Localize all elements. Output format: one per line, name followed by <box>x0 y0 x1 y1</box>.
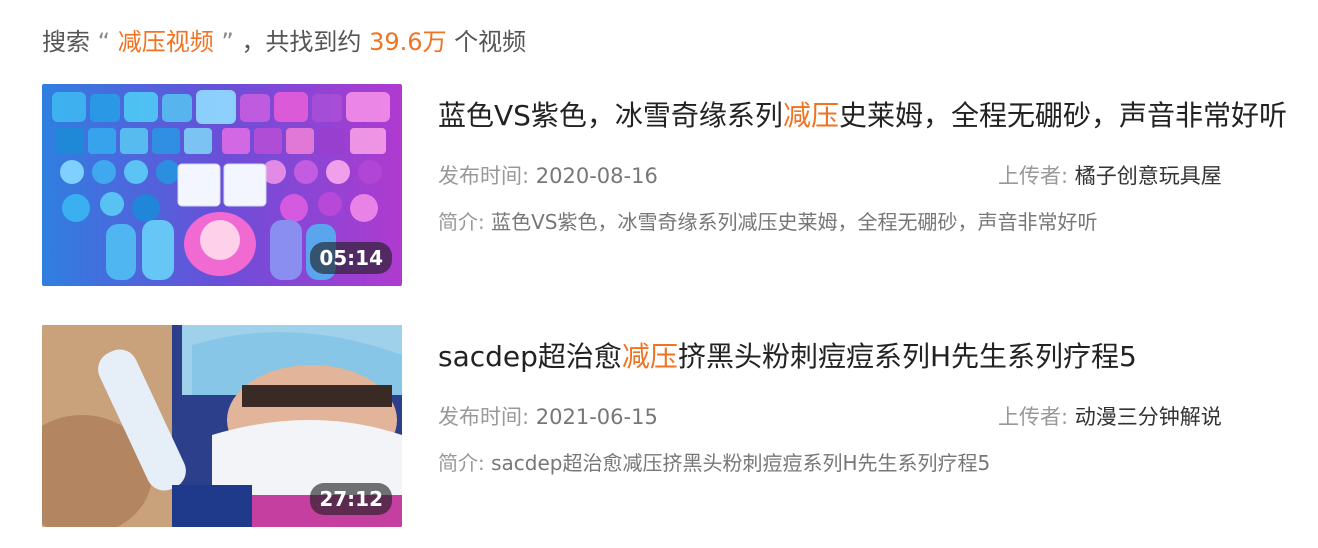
video-duration-badge: 05:14 <box>310 242 392 274</box>
title-text-rest: 史莱姆，全程无硼砂，声音非常好听 <box>838 99 1287 132</box>
summary-prefix: 搜索 <box>42 28 90 56</box>
uploader-name-link[interactable]: 橘子创意玩具屋 <box>1075 164 1222 188</box>
video-thumbnail[interactable]: 27:12 <box>42 325 402 527</box>
uploader-label: 上传者: <box>998 164 1069 188</box>
publish-date-label: 发布时间: <box>438 405 530 429</box>
uploader-label: 上传者: <box>998 405 1069 429</box>
publish-date-value: 2020-08-16 <box>535 164 658 188</box>
video-title-link[interactable]: 蓝色VS紫色，冰雪奇缘系列减压史莱姆，全程无硼砂，声音非常好听 <box>438 94 1302 134</box>
video-title-link[interactable]: sacdep超治愈减压挤黑头粉刺痘痘系列H先生系列疗程5 <box>438 335 1302 375</box>
summary-suffix: 个视频 <box>454 28 527 56</box>
video-result[interactable]: 27:12 sacdep超治愈减压挤黑头粉刺痘痘系列H先生系列疗程5 发布时间:… <box>42 325 1302 527</box>
uploader: 上传者: 橘子创意玩具屋 <box>998 160 1222 190</box>
publish-date-label: 发布时间: <box>438 164 530 188</box>
description-label: 简介: <box>438 210 485 234</box>
title-highlight: 减压 <box>621 340 678 373</box>
summary-middle: ，共找到约 <box>241 28 362 56</box>
title-text-rest: 挤黑头粉刺痘痘系列H先生系列疗程5 <box>677 340 1137 373</box>
description-text: 蓝色VS紫色，冰雪奇缘系列减压史莱姆，全程无硼砂，声音非常好听 <box>491 210 1098 234</box>
video-description: 简介: 蓝色VS紫色，冰雪奇缘系列减压史莱姆，全程无硼砂，声音非常好听 <box>438 206 1098 235</box>
video-result[interactable]: 05:14 蓝色VS紫色，冰雪奇缘系列减压史莱姆，全程无硼砂，声音非常好听 发布… <box>42 84 1302 286</box>
publish-date: 发布时间: 2021-06-15 <box>438 401 658 431</box>
video-description: 简介: sacdep超治愈减压挤黑头粉刺痘痘系列H先生系列疗程5 <box>438 447 990 476</box>
description-label: 简介: <box>438 451 485 475</box>
uploader: 上传者: 动漫三分钟解说 <box>998 401 1222 431</box>
title-text: 蓝色VS紫色，冰雪奇缘系列 <box>438 99 783 132</box>
video-duration-badge: 27:12 <box>310 483 392 515</box>
publish-date: 发布时间: 2020-08-16 <box>438 160 658 190</box>
close-quote: ” <box>221 28 234 56</box>
title-text: sacdep超治愈 <box>438 340 622 373</box>
result-count: 39.6万 <box>369 28 447 56</box>
open-quote: “ <box>97 28 111 56</box>
search-query: 减压视频 <box>117 28 214 56</box>
search-summary: 搜索 “ 减压视频 ” ，共找到约 39.6万 个视频 <box>42 22 526 57</box>
video-thumbnail[interactable]: 05:14 <box>42 84 402 286</box>
title-highlight: 减压 <box>782 99 839 132</box>
uploader-name-link[interactable]: 动漫三分钟解说 <box>1075 405 1222 429</box>
description-text: sacdep超治愈减压挤黑头粉刺痘痘系列H先生系列疗程5 <box>491 451 991 475</box>
publish-date-value: 2021-06-15 <box>535 405 658 429</box>
